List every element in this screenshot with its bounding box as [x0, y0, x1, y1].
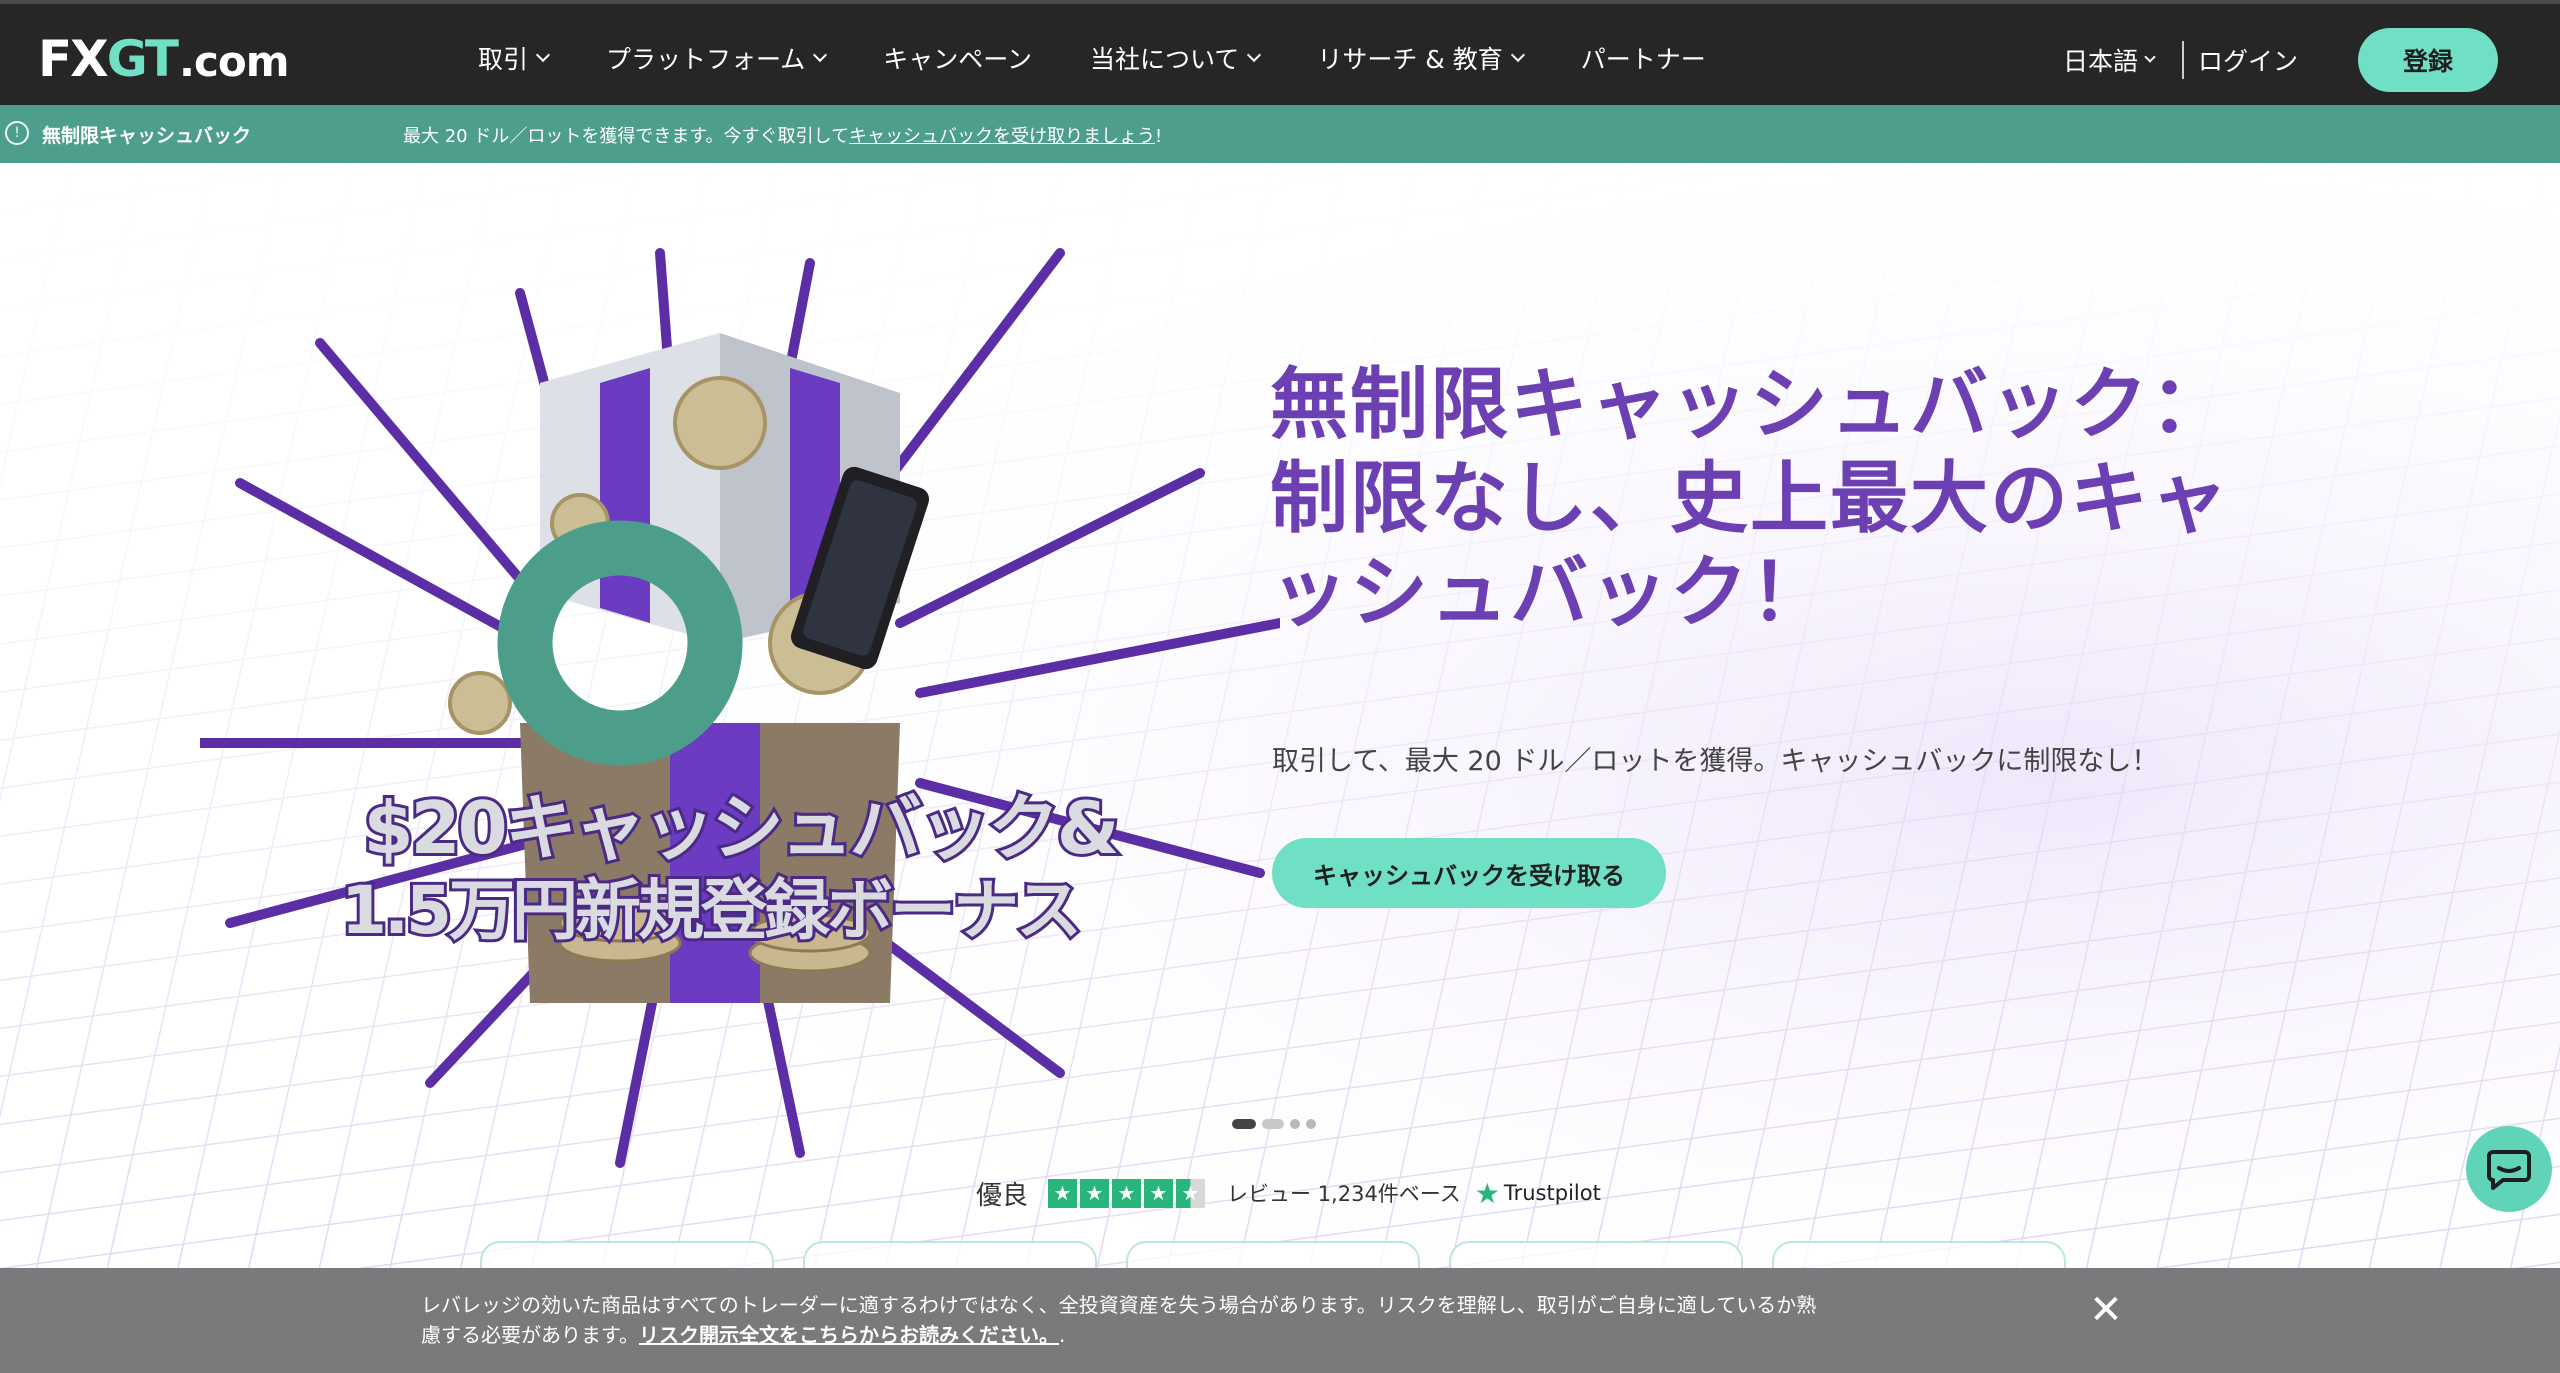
chevron-down-icon	[1510, 47, 1525, 63]
logo-gt-text: GT	[106, 30, 179, 88]
hero-headline: 無制限キャッシュバック： 制限なし、史上最大のキャ ッシュバック！	[1270, 358, 2270, 640]
login-link[interactable]: ログイン	[2198, 42, 2298, 78]
nav-label: 取引	[478, 45, 529, 74]
star-icon: ★	[1080, 1178, 1110, 1208]
art-cashback-text: $20キャッシュバック&	[363, 786, 1116, 870]
headline-line: 制限なし、史上最大のキャ	[1270, 454, 2231, 544]
nav-item-research[interactable]: リサーチ & 教育	[1317, 40, 1525, 76]
half-star-icon: ★	[1176, 1178, 1206, 1208]
promo-message: 最大 20 ドル／ロットを獲得できます。今すぐ取引してキャッシュバックを受け取り…	[403, 122, 1162, 148]
carousel-indicators	[1232, 1119, 1316, 1129]
risk-line: レバレッジの効いた商品はすべてのトレーダーに適するわけではなく、全投資資産を失う…	[421, 1293, 1817, 1317]
star-icon: ★	[1112, 1178, 1142, 1208]
nav-item-trading[interactable]: 取引	[478, 40, 551, 76]
language-label: 日本語	[2062, 47, 2138, 76]
nav-label: プラットフォーム	[606, 45, 806, 74]
nav-item-platform[interactable]: プラットフォーム	[606, 40, 828, 76]
headline-line: 無制限キャッシュバック：	[1270, 360, 2231, 450]
close-icon[interactable]: ✕	[2086, 1290, 2126, 1330]
risk-warning-banner: レバレッジの効いた商品はすべてのトレーダーに適するわけではなく、全投資資産を失う…	[0, 1268, 2560, 1373]
promo-message-text: 最大 20 ドル／ロットを獲得できます。今すぐ取引して	[403, 126, 850, 147]
chevron-down-icon	[2144, 51, 2156, 63]
cashback-gift-box-illustration: $20キャッシュバック& 1.5万円新規登録ボーナス	[200, 248, 1280, 1168]
main-nav: 取引 プラットフォーム キャンペーン 当社について リサーチ & 教育 パートナ…	[478, 40, 1764, 76]
trustpilot-star-icon: ★	[1474, 1176, 1500, 1210]
info-icon: !	[5, 121, 29, 145]
trustpilot-logo: ★ Trustpilot	[1475, 1177, 1601, 1210]
promo-message-suffix: !	[1155, 126, 1163, 147]
nav-item-about[interactable]: 当社について	[1090, 40, 1262, 76]
promo-title: 無制限キャッシュバック	[42, 125, 252, 147]
trustpilot-brand: Trustpilot	[1503, 1181, 1601, 1205]
nav-label: 当社について	[1090, 45, 1240, 74]
nav-label: パートナー	[1580, 45, 1706, 74]
star-icon: ★	[1048, 1178, 1078, 1208]
logo-fx-text: FX	[38, 30, 109, 88]
register-button[interactable]: 登録	[2358, 28, 2498, 92]
carousel-dot-4[interactable]	[1306, 1119, 1316, 1129]
nav-item-partner[interactable]: パートナー	[1581, 40, 1706, 76]
hero-subtext: 取引して、最大 20 ドル／ロットを獲得。キャッシュバックに制限なし！	[1272, 746, 2159, 777]
live-chat-button[interactable]	[2466, 1126, 2552, 1212]
chevron-down-icon	[535, 47, 551, 63]
risk-line-text: 慮する必要があります。	[421, 1323, 639, 1347]
carousel-dot-2[interactable]	[1262, 1119, 1284, 1129]
header-actions: 日本語 ログイン 登録	[2063, 28, 2498, 92]
claim-cashback-button[interactable]: キャッシュバックを受け取る	[1272, 838, 1666, 908]
chevron-down-icon	[813, 47, 828, 63]
trustpilot-rating[interactable]: 優良 ★ ★ ★ ★ ★ レビュー 1,234件ベース ★ Trustpilot	[976, 1176, 1601, 1211]
rating-label: 優良	[976, 1180, 1029, 1211]
risk-warning-text: レバレッジの効いた商品はすべてのトレーダーに適するわけではなく、全投資資産を失う…	[421, 1290, 1861, 1350]
risk-line-suffix: .	[1059, 1323, 1066, 1347]
chat-bubble-icon	[2487, 1150, 2531, 1190]
hero-section: $20キャッシュバック& 1.5万円新規登録ボーナス 無制限キャッシュバック： …	[0, 163, 2560, 1275]
promo-banner: ! 無制限キャッシュバック 最大 20 ドル／ロットを獲得できます。今すぐ取引し…	[0, 105, 2560, 163]
nav-label: リサーチ & 教育	[1317, 45, 1503, 74]
risk-disclosure-link[interactable]: リスク開示全文をこちらからお読みください。	[639, 1323, 1059, 1347]
art-bonus-text: 1.5万円新規登録ボーナス	[341, 872, 1079, 949]
carousel-dot-3[interactable]	[1290, 1119, 1300, 1129]
review-count: レビュー 1,234件ベース	[1227, 1182, 1461, 1206]
nav-item-campaign[interactable]: キャンペーン	[883, 40, 1032, 76]
promo-cashback-link[interactable]: キャッシュバックを受け取りましょう	[849, 126, 1155, 147]
language-selector[interactable]: 日本語	[2063, 41, 2184, 79]
headline-line: ッシュバック！	[1270, 548, 1831, 638]
carousel-dot-1[interactable]	[1232, 1119, 1256, 1129]
risk-line: 慮する必要があります。リスク開示全文をこちらからお読みください。.	[421, 1320, 1861, 1350]
star-icon: ★	[1144, 1178, 1174, 1208]
fxgt-logo[interactable]: FX GT .com	[38, 30, 289, 88]
chevron-down-icon	[1247, 47, 1262, 63]
rating-stars: ★ ★ ★ ★ ★	[1048, 1178, 1206, 1208]
nav-label: キャンペーン	[883, 45, 1033, 74]
top-navigation-bar: FX GT .com 取引 プラットフォーム キャンペーン 当社について リサーチ …	[0, 0, 2560, 105]
logo-com-text: .com	[179, 37, 289, 86]
